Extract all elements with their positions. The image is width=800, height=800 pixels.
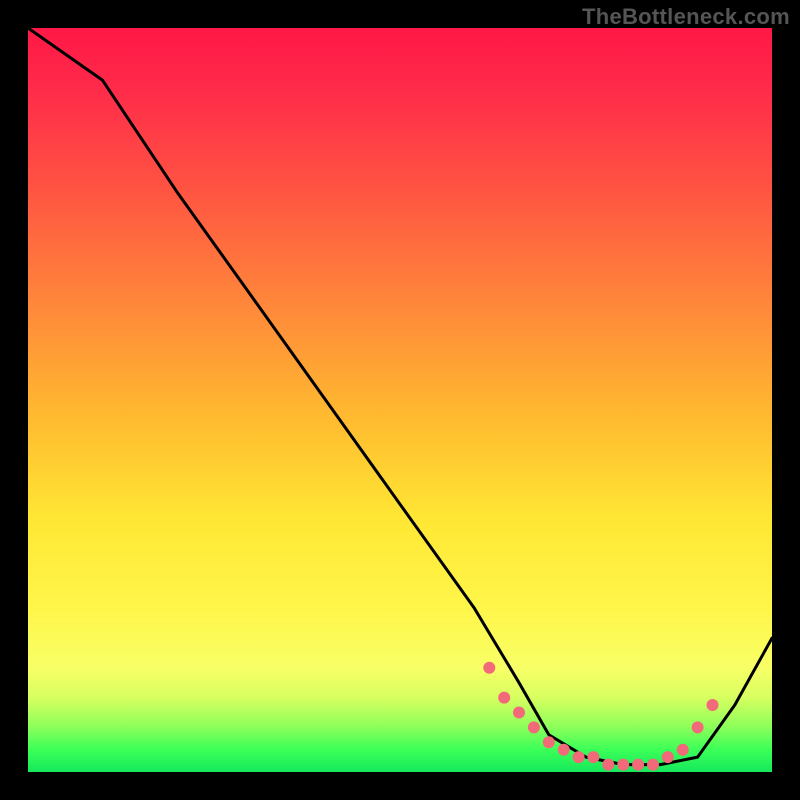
highlight-dots bbox=[483, 662, 718, 771]
highlight-dot bbox=[558, 744, 570, 756]
watermark-text: TheBottleneck.com bbox=[582, 4, 790, 30]
highlight-dot bbox=[573, 751, 585, 763]
bottleneck-curve bbox=[28, 28, 772, 765]
highlight-dot bbox=[617, 759, 629, 771]
plot-area bbox=[28, 28, 772, 772]
highlight-dot bbox=[662, 751, 674, 763]
highlight-dot bbox=[528, 721, 540, 733]
highlight-dot bbox=[602, 759, 614, 771]
highlight-dot bbox=[483, 662, 495, 674]
highlight-dot bbox=[513, 707, 525, 719]
chart-frame: TheBottleneck.com bbox=[0, 0, 800, 800]
highlight-dot bbox=[632, 759, 644, 771]
highlight-dot bbox=[498, 692, 510, 704]
highlight-dot bbox=[587, 751, 599, 763]
highlight-dot bbox=[647, 759, 659, 771]
highlight-dot bbox=[677, 744, 689, 756]
highlight-dot bbox=[692, 721, 704, 733]
highlight-dot bbox=[543, 736, 555, 748]
curve-svg bbox=[28, 28, 772, 772]
highlight-dot bbox=[707, 699, 719, 711]
